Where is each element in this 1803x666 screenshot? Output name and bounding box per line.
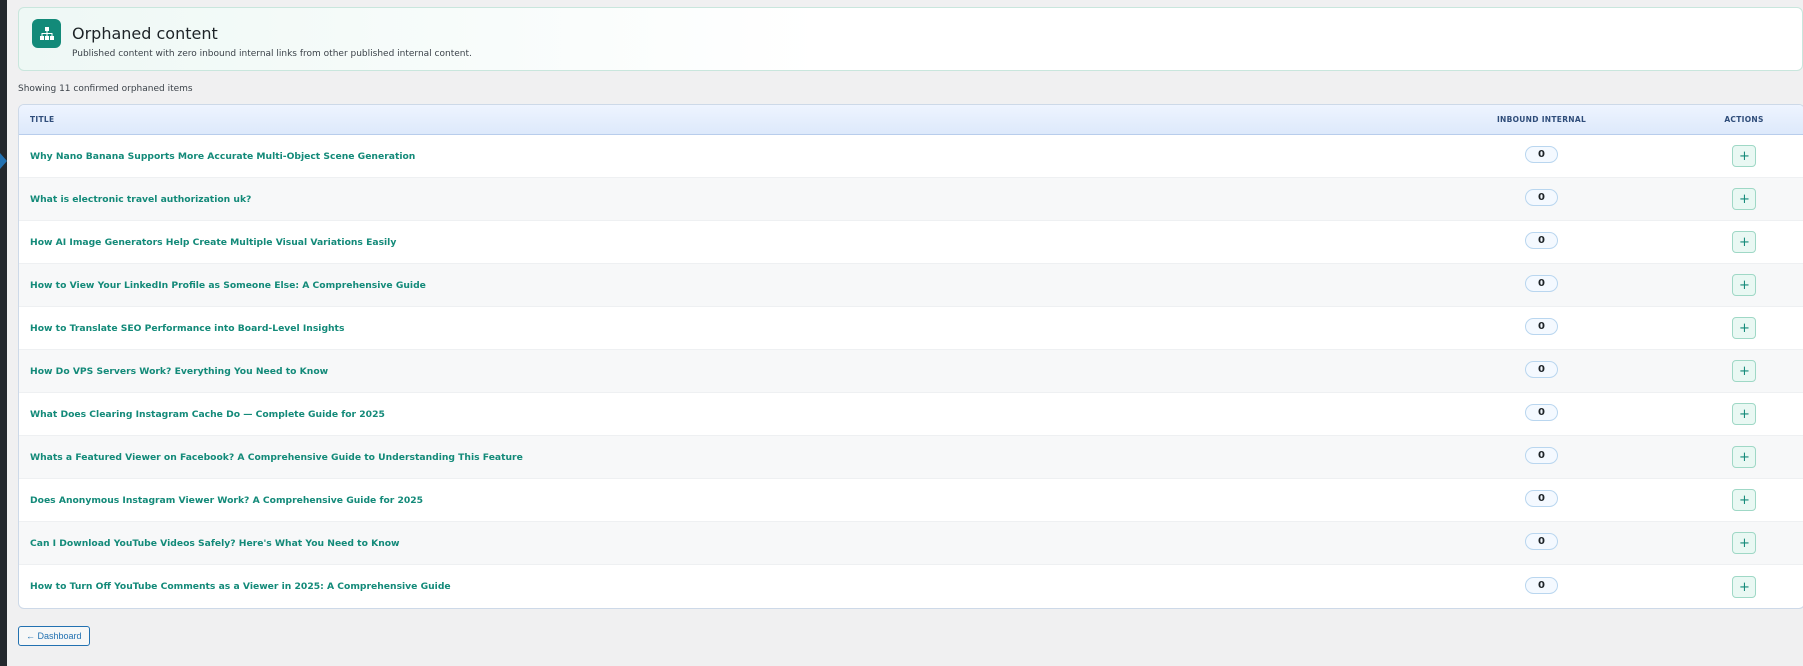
add-link-button[interactable]: + <box>1732 360 1756 382</box>
actions-cell: + <box>1684 145 1803 167</box>
add-link-button[interactable]: + <box>1732 403 1756 425</box>
content-title-link[interactable]: Why Nano Banana Supports More Accurate M… <box>19 151 1399 162</box>
inbound-cell: 0 <box>1399 576 1684 594</box>
inbound-cell: 0 <box>1399 404 1684 421</box>
add-link-button[interactable]: + <box>1732 532 1756 554</box>
actions-cell: + <box>1684 403 1803 425</box>
table-row: How Do VPS Servers Work? Everything You … <box>19 350 1803 393</box>
actions-cell: + <box>1684 532 1803 554</box>
add-link-button[interactable]: + <box>1732 446 1756 468</box>
inbound-count-badge: 0 <box>1525 361 1558 378</box>
table-row: How to Turn Off YouTube Comments as a Vi… <box>19 565 1803 608</box>
inbound-count-badge: 0 <box>1525 275 1558 292</box>
page-title: Orphaned content <box>72 24 218 43</box>
content-title-link[interactable]: How AI Image Generators Help Create Mult… <box>19 237 1399 248</box>
add-link-button[interactable]: + <box>1732 188 1756 210</box>
inbound-cell: 0 <box>1399 189 1684 206</box>
actions-cell: + <box>1684 317 1803 339</box>
menu-pointer-icon <box>0 153 7 169</box>
content-title-link[interactable]: What is electronic travel authorization … <box>19 194 1399 205</box>
content-title-link[interactable]: How to Turn Off YouTube Comments as a Vi… <box>19 581 1399 592</box>
table-row: What is electronic travel authorization … <box>19 178 1803 221</box>
content-title-link[interactable]: Does Anonymous Instagram Viewer Work? A … <box>19 495 1399 506</box>
inbound-cell: 0 <box>1399 275 1684 292</box>
table-header: TITLE INBOUND INTERNAL ACTIONS <box>19 105 1803 135</box>
add-link-button[interactable]: + <box>1732 317 1756 339</box>
column-header-actions: ACTIONS <box>1724 115 1764 124</box>
table-row: What Does Clearing Instagram Cache Do — … <box>19 393 1803 436</box>
inbound-cell: 0 <box>1399 533 1684 550</box>
inbound-count-badge: 0 <box>1525 318 1558 335</box>
add-link-button[interactable]: + <box>1732 231 1756 253</box>
content-title-link[interactable]: Can I Download YouTube Videos Safely? He… <box>19 538 1399 549</box>
inbound-count-badge: 0 <box>1525 533 1558 550</box>
add-link-button[interactable]: + <box>1732 145 1756 167</box>
inbound-cell: 0 <box>1399 361 1684 378</box>
actions-cell: + <box>1684 446 1803 468</box>
sitemap-icon <box>32 19 61 48</box>
content-title-link[interactable]: Whats a Featured Viewer on Facebook? A C… <box>19 452 1399 463</box>
table-row: How to Translate SEO Performance into Bo… <box>19 307 1803 350</box>
inbound-count-badge: 0 <box>1525 404 1558 421</box>
content-title-link[interactable]: How to View Your LinkedIn Profile as Som… <box>19 280 1399 291</box>
inbound-cell: 0 <box>1399 447 1684 464</box>
table-row: Does Anonymous Instagram Viewer Work? A … <box>19 479 1803 522</box>
add-link-button[interactable]: + <box>1732 575 1756 598</box>
table-row: Whats a Featured Viewer on Facebook? A C… <box>19 436 1803 479</box>
inbound-count-badge: 0 <box>1525 447 1558 464</box>
inbound-cell: 0 <box>1399 232 1684 249</box>
content-title-link[interactable]: How to Translate SEO Performance into Bo… <box>19 323 1399 334</box>
page-subtitle: Published content with zero inbound inte… <box>72 49 472 59</box>
table-row: How AI Image Generators Help Create Mult… <box>19 221 1803 264</box>
inbound-count-badge: 0 <box>1525 146 1558 163</box>
orphaned-content-table: TITLE INBOUND INTERNAL ACTIONS Why Nano … <box>18 104 1803 609</box>
column-header-inbound-internal[interactable]: INBOUND INTERNAL <box>1399 115 1684 124</box>
add-link-button[interactable]: + <box>1732 489 1756 511</box>
content-title-link[interactable]: How Do VPS Servers Work? Everything You … <box>19 366 1399 377</box>
table-row: Can I Download YouTube Videos Safely? He… <box>19 522 1803 565</box>
inbound-count-badge: 0 <box>1525 232 1558 249</box>
table-body: Why Nano Banana Supports More Accurate M… <box>19 135 1803 608</box>
admin-sidebar-edge <box>0 0 7 666</box>
inbound-cell: 0 <box>1399 490 1684 507</box>
inbound-count-badge: 0 <box>1525 576 1558 594</box>
dashboard-button[interactable]: ← Dashboard <box>18 626 90 646</box>
actions-cell: + <box>1684 575 1803 598</box>
result-count: Showing 11 confirmed orphaned items <box>18 84 193 94</box>
actions-cell: + <box>1684 188 1803 210</box>
page-header: Orphaned content Published content with … <box>18 7 1803 71</box>
actions-cell: + <box>1684 231 1803 253</box>
actions-cell: + <box>1684 274 1803 296</box>
table-row: Why Nano Banana Supports More Accurate M… <box>19 135 1803 178</box>
inbound-count-badge: 0 <box>1525 189 1558 206</box>
actions-cell: + <box>1684 360 1803 382</box>
inbound-cell: 0 <box>1399 318 1684 335</box>
inbound-cell: 0 <box>1399 146 1684 163</box>
add-link-button[interactable]: + <box>1732 274 1756 296</box>
column-header-title[interactable]: TITLE <box>19 115 1399 124</box>
inbound-count-badge: 0 <box>1525 490 1558 507</box>
actions-cell: + <box>1684 489 1803 511</box>
table-row: How to View Your LinkedIn Profile as Som… <box>19 264 1803 307</box>
main-content: Orphaned content Published content with … <box>18 7 1803 609</box>
content-title-link[interactable]: What Does Clearing Instagram Cache Do — … <box>19 409 1399 420</box>
